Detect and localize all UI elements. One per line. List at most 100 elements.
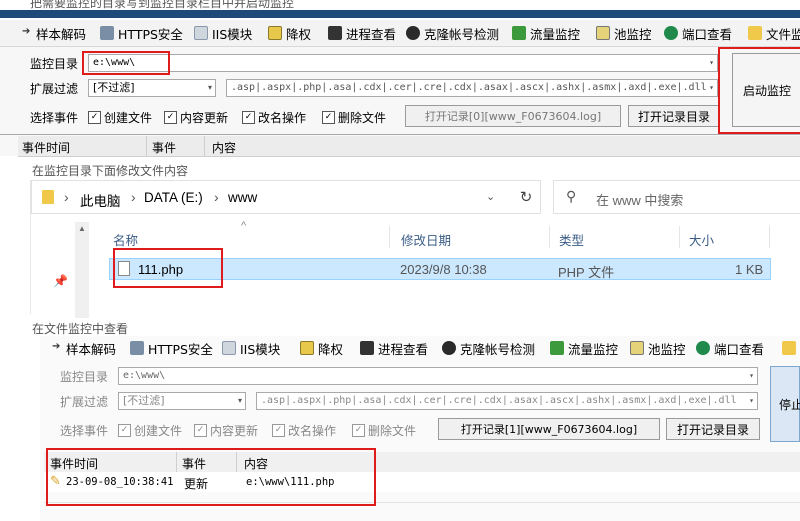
tab-pool-2[interactable]: 池监控 [630, 338, 686, 358]
event-table-header: 事件时间 事件 内容 [18, 136, 800, 157]
chk-update-2[interactable]: ✓ 内容更新 [194, 422, 258, 439]
folder-icon [42, 190, 54, 204]
chevron-down-icon: ▾ [709, 83, 714, 92]
filter-select[interactable]: [不过滤] ▾ [88, 79, 216, 97]
globe-icon [664, 26, 678, 40]
search-icon: ⚲ [566, 188, 577, 204]
events-label: 选择事件 [30, 111, 79, 125]
clipboard-icon [596, 26, 610, 40]
col-name[interactable]: 名称 [113, 230, 138, 249]
chk-update[interactable]: ✓ 内容更新 [164, 109, 228, 126]
tab-process[interactable]: 进程查看 [328, 23, 396, 43]
highlight-event [46, 448, 376, 506]
checkmark-icon: ✓ [88, 111, 101, 124]
monitor-panel-2: 监控目录 e:\www\ ▾ 扩展过滤 [不过滤] ▾ .asp|.aspx|.ph… [40, 360, 800, 521]
list-icon [328, 26, 342, 40]
tab-clone-account[interactable]: 克隆帐号检测 [406, 23, 499, 43]
filter-label: 扩展过滤 [30, 82, 79, 96]
nav-scrollbar[interactable]: ▲ [75, 222, 89, 318]
path-drive[interactable]: DATA (E:) [144, 190, 203, 205]
gear-icon [130, 341, 144, 355]
col-date[interactable]: 修改日期 [401, 230, 451, 249]
tab-https-2[interactable]: HTTPS安全 [130, 338, 213, 358]
tab-traffic[interactable]: 流量监控 [512, 23, 580, 43]
chevron-right-icon: › [131, 189, 136, 205]
explorer-window: › 此电脑 › DATA (E:) › www ⌄ ↻ ⚲ 在 www 中搜索 … [30, 180, 800, 318]
file-size: 1 KB [735, 262, 764, 277]
col-size[interactable]: 大小 [689, 230, 714, 249]
tab-clone-account-2[interactable]: 克隆帐号检测 [442, 338, 535, 358]
arrow-icon: ➔ [52, 341, 61, 352]
checkmark-icon: ✓ [118, 424, 131, 437]
tab-lower-privilege[interactable]: 降权 [268, 23, 311, 43]
folder-icon [782, 341, 796, 355]
nav-pane: 📌 [31, 216, 101, 314]
chevron-down-icon: ▾ [207, 83, 212, 92]
chevron-down-icon[interactable]: ⌄ [486, 190, 495, 203]
filter-select-2[interactable]: [不过滤] ▾ [118, 392, 246, 410]
chevron-down-icon: ▾ [749, 396, 754, 405]
list-icon [360, 341, 374, 355]
checkmark-icon: ✓ [322, 111, 335, 124]
caption-bottom: 在文件监控中查看 [32, 322, 129, 336]
tab-sample-decode-2[interactable]: ➔ 样本解码 [52, 338, 116, 358]
chk-rename-2[interactable]: ✓ 改名操作 [272, 422, 336, 439]
address-bar[interactable]: › 此电脑 › DATA (E:) › www ⌄ [31, 180, 541, 214]
tab-lower-privilege-2[interactable]: 降权 [300, 338, 343, 358]
tab-ports-2[interactable]: 端口查看 [696, 338, 764, 358]
sort-up-icon: ^ [241, 220, 247, 232]
highlight-file [113, 248, 223, 288]
tab-sample-decode[interactable]: ➔ 样本解码 [22, 23, 86, 43]
open-log-button-2[interactable]: 打开记录[1][www_F0673604.log] [438, 418, 660, 440]
gear-icon [100, 26, 114, 40]
chk-rename[interactable]: ✓ 改名操作 [242, 109, 306, 126]
open-log-button[interactable]: 打开记录[0][www_F0673604.log] [405, 105, 621, 127]
col-event: 事件 [152, 141, 177, 155]
highlight-start [718, 47, 800, 134]
user-icon [442, 341, 456, 355]
ext-select[interactable]: .asp|.aspx|.php|.asa|.cdx|.cer|.cre|.cdx… [226, 79, 718, 97]
col-time: 事件时间 [22, 141, 71, 155]
title-strip [0, 10, 800, 18]
dir-label: 监控目录 [30, 57, 79, 71]
path-folder[interactable]: www [228, 190, 257, 205]
tab-file-monitor-2[interactable] [782, 338, 800, 358]
tab-https[interactable]: HTTPS安全 [100, 23, 183, 43]
chk-delete[interactable]: ✓ 删除文件 [322, 109, 386, 126]
dir-input-2[interactable]: e:\www\ ▾ [118, 367, 758, 385]
chk-create-2[interactable]: ✓ 创建文件 [118, 422, 182, 439]
chk-delete-2[interactable]: ✓ 删除文件 [352, 422, 416, 439]
dir-input[interactable]: e:\www\ ▾ [88, 54, 718, 72]
checkmark-icon: ✓ [194, 424, 207, 437]
file-date: 2023/9/8 10:38 [400, 262, 487, 277]
server-icon [222, 341, 236, 355]
chart-icon [512, 26, 526, 40]
tab-process-2[interactable]: 进程查看 [360, 338, 428, 358]
chevron-down-icon: ▾ [749, 371, 754, 380]
clipboard-icon [630, 341, 644, 355]
highlight-dir [82, 51, 170, 75]
search-box[interactable]: ⚲ 在 www 中搜索 [553, 180, 800, 214]
user-icon [406, 26, 420, 40]
tab-traffic-2[interactable]: 流量监控 [550, 338, 618, 358]
tab-ports[interactable]: 端口查看 [664, 23, 732, 43]
globe-icon [696, 341, 710, 355]
chart-icon [550, 341, 564, 355]
refresh-icon[interactable]: ↻ [511, 180, 541, 214]
tab-file-monitor[interactable]: 文件监 [748, 23, 800, 43]
pin-icon[interactable]: 📌 [53, 274, 68, 288]
stop-monitor-button[interactable]: 停止 [770, 366, 800, 442]
open-log-dir-button[interactable]: 打开记录目录 [628, 105, 720, 127]
tab-pool[interactable]: 池监控 [596, 23, 652, 43]
document-icon [300, 341, 314, 355]
scroll-up-icon[interactable]: ▲ [78, 224, 86, 233]
col-type[interactable]: 类型 [559, 230, 584, 249]
tab-iis-2[interactable]: IIS模块 [222, 338, 280, 358]
ext-select-2[interactable]: .asp|.aspx|.php|.asa|.cdx|.cer|.cre|.cdx… [256, 392, 758, 410]
chk-create[interactable]: ✓ 创建文件 [88, 109, 152, 126]
tab-iis[interactable]: IIS模块 [194, 23, 252, 43]
chevron-right-icon: › [214, 189, 219, 205]
path-pc[interactable]: 此电脑 [80, 190, 121, 210]
open-log-dir-button-2[interactable]: 打开记录目录 [666, 418, 760, 440]
filter-label-2: 扩展过滤 [60, 395, 109, 409]
